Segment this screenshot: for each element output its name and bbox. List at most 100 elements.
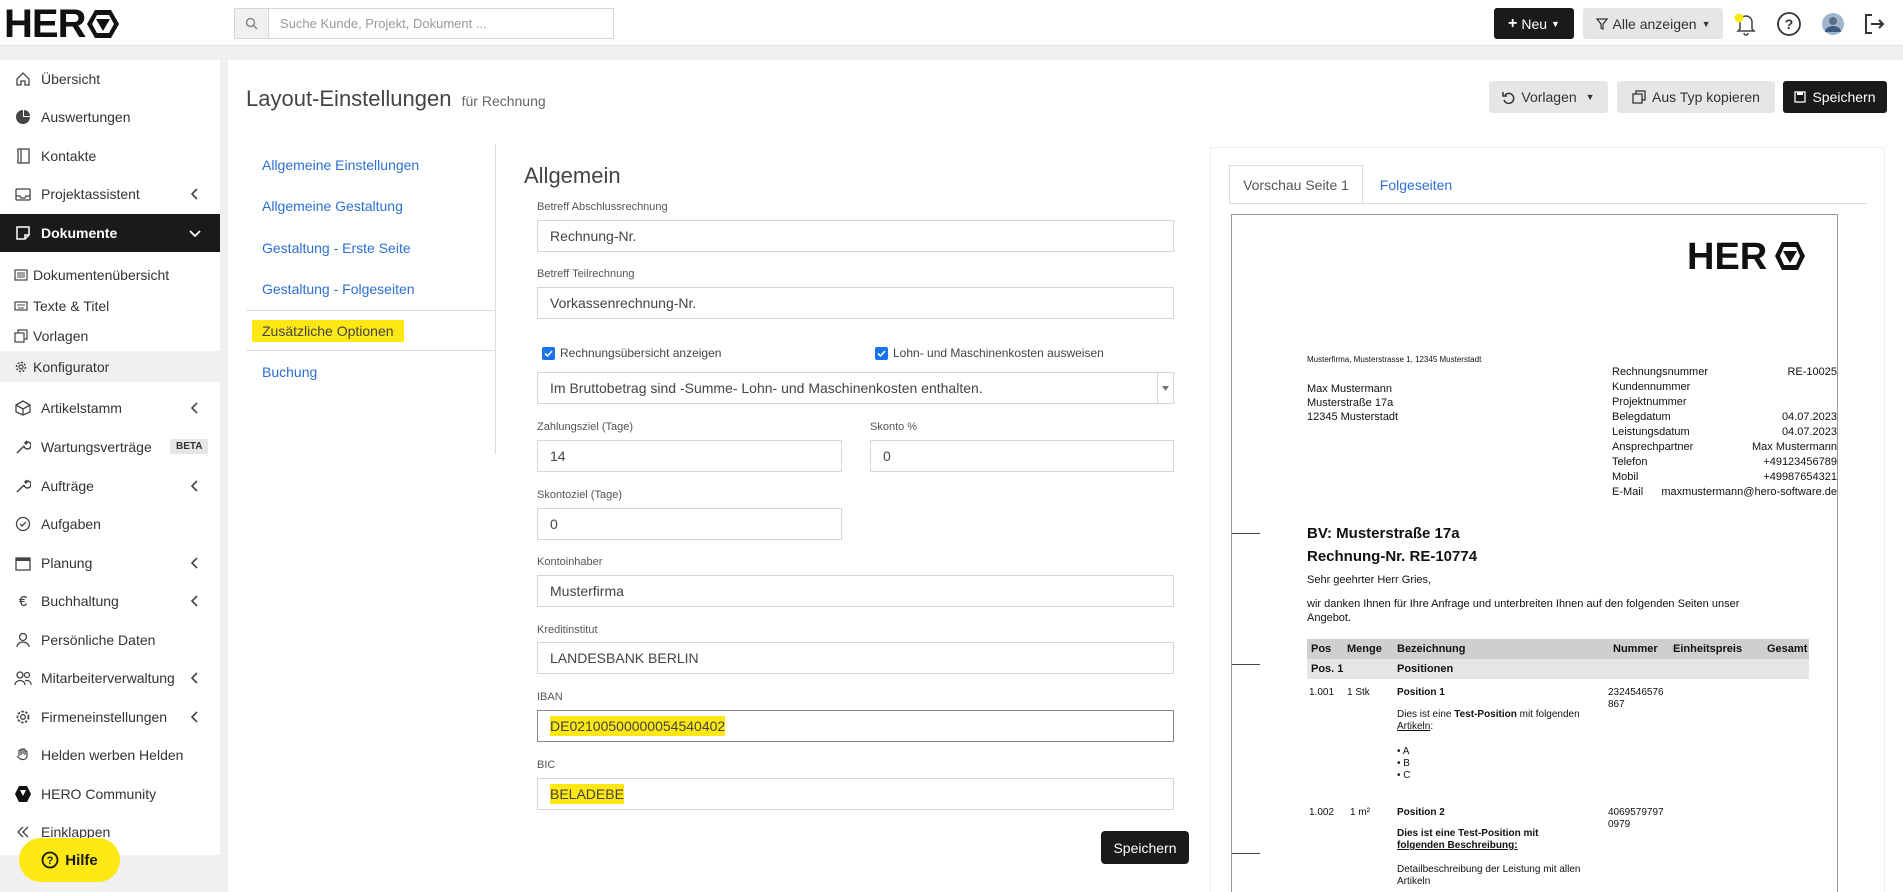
hero-logo-icon: [14, 785, 32, 803]
subnav-gestaltung-folgeseiten[interactable]: Gestaltung - Folgeseiten: [246, 268, 468, 309]
kontoinhaber-label: Kontoinhaber: [537, 556, 603, 568]
sidebar-item-auftraege[interactable]: Aufträge: [0, 467, 220, 505]
collapse-icon: [14, 823, 32, 841]
invoice-preview: HER Musterfirma, Musterstrasse 1, 12345 …: [1231, 214, 1838, 892]
lohnkosten-select[interactable]: Im Bruttobetrag sind -Summe- Lohn- und M…: [537, 372, 1174, 404]
rechnungsuebersicht-checkbox[interactable]: Rechnungsübersicht anzeigen: [542, 346, 721, 360]
bullet-item: • A: [1397, 746, 1410, 757]
skontoziel-value: 0: [550, 516, 558, 532]
meta-row: Belegdatum 04.07.2023: [1612, 411, 1837, 426]
subnav-gestaltung-erste-seite[interactable]: Gestaltung - Erste Seite: [246, 227, 468, 268]
fold-mark: [1232, 533, 1260, 534]
sidebar-item-kontakte[interactable]: Kontakte: [0, 137, 220, 175]
intro-text: wir danken Ihnen für Ihre Anfrage und un…: [1307, 598, 1740, 610]
bell-icon[interactable]: [1733, 11, 1759, 37]
sidebar-item-artikelstamm[interactable]: Artikelstamm: [0, 389, 220, 427]
skonto-input[interactable]: 0: [870, 440, 1174, 472]
betreff-teil-input[interactable]: Vorkassenrechnung-Nr.: [537, 287, 1174, 319]
sidebar-item-uebersicht[interactable]: Übersicht: [0, 60, 220, 98]
help-circle-icon[interactable]: ?: [1776, 11, 1802, 37]
sidebar-item-helden-werben-helden[interactable]: Helden werben Helden: [0, 736, 220, 774]
tab-label: Vorschau Seite 1: [1243, 176, 1349, 193]
pos-number: 1.002: [1309, 807, 1335, 818]
kontoinhaber-input[interactable]: Musterfirma: [537, 575, 1174, 607]
subnav-buchung[interactable]: Buchung: [246, 351, 468, 392]
sidebar-subitem-dokumentenuebersicht[interactable]: Dokumentenübersicht: [0, 259, 220, 290]
chevron-down-icon: [189, 230, 201, 238]
avatar[interactable]: [1820, 11, 1846, 37]
keyboard-icon: [14, 299, 28, 313]
sender-line: Musterfirma, Musterstrasse 1, 12345 Must…: [1307, 355, 1482, 364]
sidebar-item-hero-community[interactable]: HERO Community: [0, 775, 220, 813]
subnav-allgemeine-einstellungen[interactable]: Allgemeine Einstellungen: [246, 144, 468, 185]
filter-icon: [1595, 17, 1608, 30]
betreff-abschluss-input[interactable]: Rechnung-Nr.: [537, 220, 1174, 252]
column-header: Nummer: [1613, 643, 1658, 655]
subnav-zusaetzliche-optionen[interactable]: Zusätzliche Optionen: [246, 310, 468, 351]
gear-icon: [14, 708, 32, 726]
help-button[interactable]: ? Hilfe: [19, 838, 120, 882]
fold-mark: [1232, 664, 1260, 665]
checkbox-label: Lohn- und Maschinenkosten ausweisen: [893, 346, 1104, 360]
subnav-label: Buchung: [262, 363, 318, 380]
sidebar-item-auswertungen[interactable]: Auswertungen: [0, 98, 220, 136]
sidebar-item-mitarbeiterverwaltung[interactable]: Mitarbeiterverwaltung: [0, 659, 220, 697]
sidebar-item-wartungsvertraege[interactable]: Wartungsverträge BETA: [0, 428, 220, 466]
zahlungsziel-input[interactable]: 14: [537, 440, 842, 472]
sidebar-item-projektassistent[interactable]: Projektassistent: [0, 175, 220, 213]
meta-key: Mobil: [1612, 471, 1639, 483]
filter-button-label: Alle anzeigen: [1612, 15, 1697, 32]
meta-row: Leistungsdatum 04.07.2023: [1612, 426, 1837, 441]
new-button[interactable]: + Neu ▼: [1494, 8, 1574, 39]
invoice-number-heading: Rechnung-Nr. RE-10774: [1307, 548, 1478, 565]
user-icon: [14, 631, 32, 649]
templates-dropdown[interactable]: Vorlagen ▼: [1489, 81, 1608, 113]
sidebar-item-dokumente[interactable]: Dokumente: [0, 214, 220, 252]
sidebar-item-buchhaltung[interactable]: € Buchhaltung: [0, 582, 220, 620]
calendar-icon: [14, 554, 32, 572]
checkbox-checked-icon: [875, 346, 888, 360]
bullet-item: • B: [1397, 758, 1410, 769]
chevron-down-icon: ▼: [1551, 18, 1560, 29]
meta-key: Telefon: [1612, 456, 1648, 468]
sidebar-item-aufgaben[interactable]: Aufgaben: [0, 505, 220, 543]
logout-icon[interactable]: [1861, 11, 1887, 37]
column-header: Gesamt: [1767, 643, 1808, 655]
save-button[interactable]: Speichern: [1101, 831, 1189, 864]
skontoziel-input[interactable]: 0: [537, 508, 842, 540]
bullet-text: C: [1403, 770, 1411, 781]
sidebar-subitem-vorlagen[interactable]: Vorlagen: [0, 320, 220, 351]
kreditinstitut-input[interactable]: LANDESBANK BERLIN: [537, 642, 1174, 674]
filter-button[interactable]: Alle anzeigen ▼: [1583, 8, 1723, 39]
iban-input[interactable]: DE02100500000054540402: [537, 710, 1174, 742]
sidebar-item-firmeneinstellungen[interactable]: Firmeneinstellungen: [0, 698, 220, 736]
save-button-header[interactable]: Speichern: [1783, 81, 1887, 113]
desc-part: mit folgenden: [1516, 709, 1580, 720]
save-icon: [1794, 91, 1807, 103]
iban-value: DE02100500000054540402: [550, 716, 726, 736]
search-input[interactable]: [269, 9, 613, 38]
copy-from-type-button[interactable]: Aus Typ kopieren: [1617, 81, 1775, 113]
sidebar-item-label: Projektassistent: [41, 186, 140, 202]
subnav-allgemeine-gestaltung[interactable]: Allgemeine Gestaltung: [246, 185, 468, 226]
search-icon[interactable]: [235, 9, 269, 38]
sidebar-subitem-texte-titel[interactable]: Texte & Titel: [0, 290, 220, 321]
subnav-label: Gestaltung - Folgeseiten: [262, 280, 415, 297]
save-button-label: Speichern: [1113, 839, 1177, 856]
chevron-left-icon: [190, 595, 198, 607]
sidebar-item-planung[interactable]: Planung: [0, 544, 220, 582]
sidebar-subitem-konfigurator[interactable]: Konfigurator: [0, 351, 220, 382]
help-circle-icon: ?: [41, 851, 59, 869]
lohnkosten-checkbox[interactable]: Lohn- und Maschinenkosten ausweisen: [875, 346, 1104, 360]
plus-icon: +: [1508, 14, 1518, 32]
sidebar-item-persoenliche-daten[interactable]: Persönliche Daten: [0, 621, 220, 659]
meta-key: Belegdatum: [1612, 411, 1671, 423]
bic-input[interactable]: BELADEBE: [537, 778, 1174, 810]
hero-logo[interactable]: HER: [4, 4, 120, 44]
sidebar-item-label: Helden werben Helden: [41, 747, 184, 763]
tab-folgeseiten[interactable]: Folgeseiten: [1363, 165, 1469, 204]
templates-dropdown-label: Vorlagen: [1521, 89, 1577, 105]
hero-logo-mark: [87, 10, 120, 38]
tab-vorschau-seite-1[interactable]: Vorschau Seite 1: [1229, 165, 1363, 204]
sidebar-subitem-label: Vorlagen: [33, 327, 89, 344]
